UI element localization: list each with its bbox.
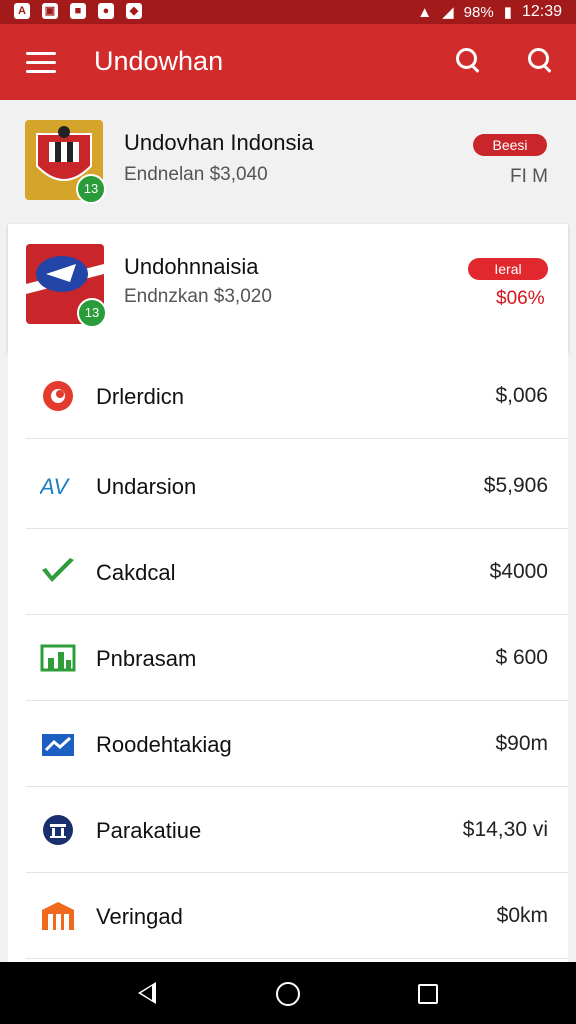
gallery-icon: ▣ [42, 3, 58, 19]
app-title: Undowhan [94, 46, 224, 76]
list-item[interactable]: Cakdcal $4000 [26, 528, 568, 615]
app-icon: ◆ [126, 3, 142, 19]
item-name: Pnbrasam [96, 646, 197, 671]
item-price: $4000 [489, 560, 548, 583]
featured-subtitle: Endnelan $3,040 [124, 164, 268, 185]
list-item[interactable]: Drlerdicn $,006 [26, 352, 568, 439]
level-badge: 13 [77, 298, 107, 328]
status-bar: A ▣ ■ ● ◆ ▲ ◢ 98% ▮ 12:39 [0, 0, 576, 24]
battery-icon: ▮ [503, 4, 512, 21]
featured-right-text: $06% [496, 288, 545, 309]
featured-right-text: FI M [510, 166, 548, 187]
featured-name: Undovhan Indonsia [124, 130, 314, 155]
list-item[interactable]: Roodehtakiag $90m [26, 700, 568, 787]
notification-icons: A ▣ ■ ● ◆ [14, 3, 142, 19]
battery-level: 98% [463, 3, 494, 21]
shopping-icon: ■ [70, 3, 86, 19]
app-bar: Undowhan [0, 24, 576, 100]
aviva-icon: AV [38, 470, 76, 502]
home-icon[interactable] [276, 982, 300, 1006]
search-icon[interactable] [454, 46, 484, 76]
search-icon-secondary[interactable] [526, 46, 556, 76]
item-name: Undarsion [96, 474, 197, 499]
status-pill: Ieral [468, 258, 548, 280]
chart-icon [40, 642, 76, 674]
svg-text:AV: AV [40, 474, 70, 499]
menu-icon[interactable] [26, 52, 56, 74]
bank-icon [40, 814, 76, 846]
clock: 12:39 [521, 3, 562, 20]
item-name: Drlerdicn [96, 384, 185, 409]
list-item[interactable]: AV Undarsion $5,906 [26, 442, 568, 529]
back-icon[interactable] [138, 982, 156, 1004]
item-price: $5,906 [483, 474, 548, 497]
vodafone-icon [40, 380, 76, 412]
wifi-icon: ▲ [417, 3, 433, 21]
trend-icon [40, 728, 76, 760]
transaction-list: Drlerdicn $,006 AV Undarsion $5,906 Cakd… [8, 352, 568, 962]
level-badge: 13 [76, 174, 106, 204]
item-name: Roodehtakiag [96, 732, 232, 757]
navigation-bar [0, 962, 576, 1024]
featured-item-selected[interactable]: 13 Undohnnaisia Endnzkan $3,020 Ieral $0… [8, 224, 568, 352]
status-pill: Beesi [473, 134, 547, 156]
messenger-icon: ● [98, 3, 114, 19]
item-price: $14,30 vi [462, 818, 548, 841]
featured-subtitle: Endnzkan $3,020 [124, 286, 272, 307]
item-price: $ 600 [495, 646, 548, 669]
signal-icon: ◢ [442, 4, 454, 21]
building-icon [40, 900, 76, 932]
list-item[interactable]: Veringad $0km [26, 872, 568, 959]
item-price: $0km [496, 904, 548, 927]
recent-apps-icon[interactable] [418, 984, 438, 1004]
item-price: $90m [495, 732, 548, 755]
list-item[interactable]: Pnbrasam $ 600 [26, 614, 568, 701]
item-price: $,006 [495, 384, 548, 407]
item-name: Cakdcal [96, 560, 176, 585]
featured-name: Undohnnaisia [124, 254, 259, 279]
featured-item[interactable]: 13 Undovhan Indonsia Endnelan $3,040 Bee… [0, 100, 576, 224]
notification-icon: A [14, 3, 30, 19]
list-item[interactable]: Parakatiue $14,30 vi [26, 786, 568, 873]
item-name: Veringad [96, 904, 183, 929]
check-icon [40, 556, 76, 588]
system-icons: ▲ ◢ 98% ▮ 12:39 [417, 3, 562, 21]
item-name: Parakatiue [96, 818, 202, 843]
